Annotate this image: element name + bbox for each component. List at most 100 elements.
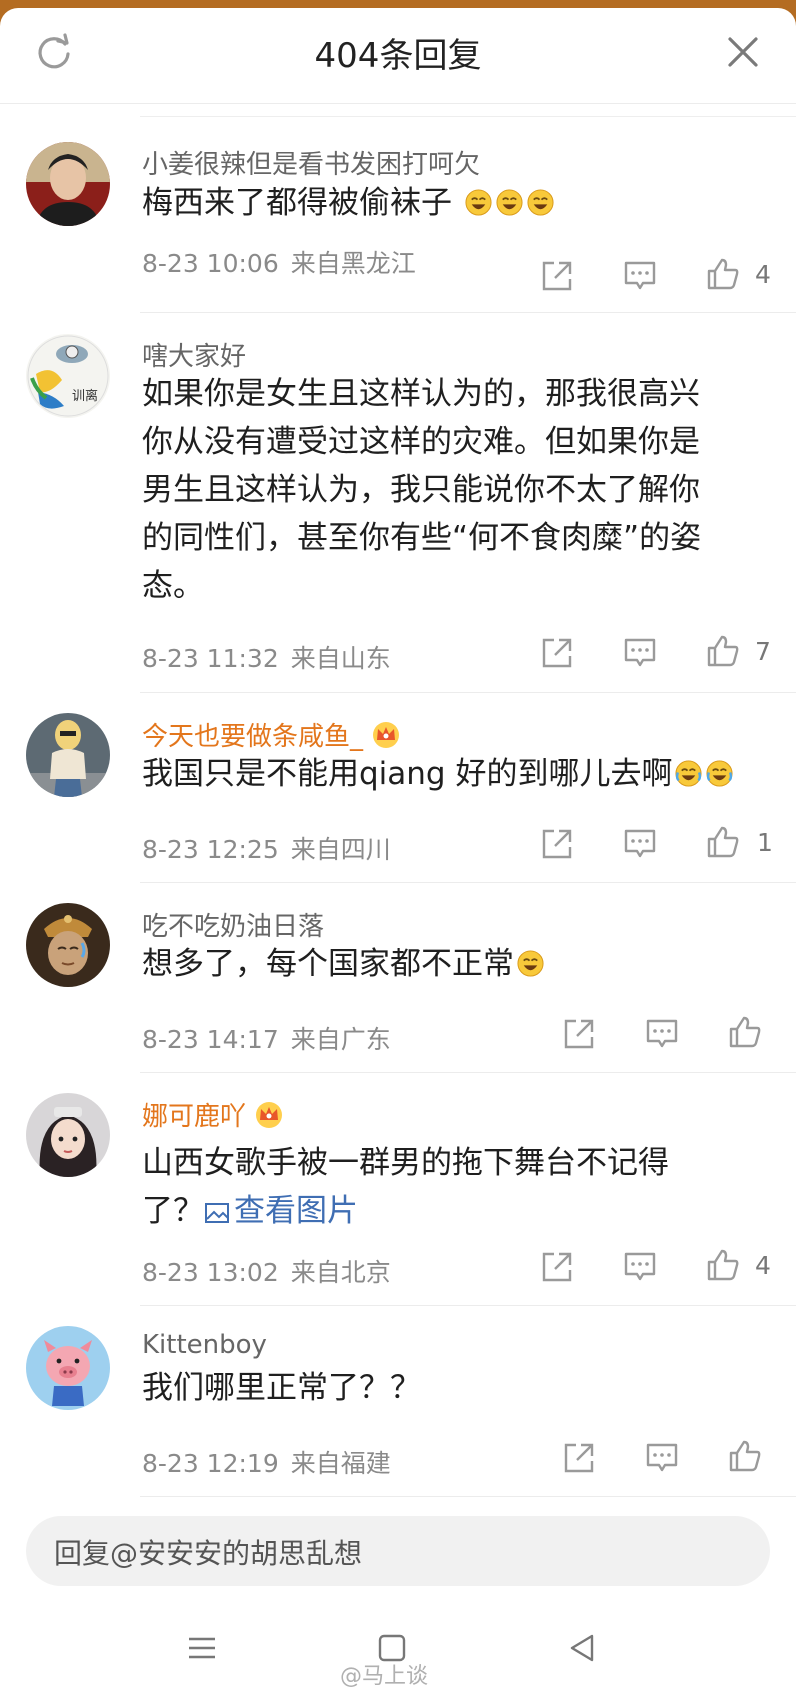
laugh-emoji-icon	[527, 189, 554, 216]
username-text: 今天也要做条咸鱼_	[142, 722, 364, 752]
share-icon[interactable]	[562, 1017, 596, 1051]
comment-icon[interactable]	[623, 1250, 657, 1284]
divider	[140, 1496, 796, 1497]
divider	[140, 1072, 796, 1073]
like-count: 4	[755, 260, 771, 289]
laugh-emoji-icon	[465, 189, 492, 216]
share-icon[interactable]	[540, 827, 574, 861]
comment-username[interactable]: Kittenboy	[142, 1330, 267, 1360]
emoji-group	[452, 185, 555, 221]
laugh-emoji-icon	[496, 189, 523, 216]
comment-text-line: 我国只是不能用qiang 好的到哪儿去啊	[142, 756, 673, 792]
comment-text-line: 梅西来了都得被偷袜子	[142, 185, 452, 221]
comment-username[interactable]: 嗐大家好	[142, 336, 246, 373]
comment-icon[interactable]	[623, 827, 657, 861]
like-icon[interactable]	[706, 634, 740, 668]
comment-location: 来自黑龙江	[290, 249, 416, 278]
like-count: 4	[755, 1251, 771, 1280]
comment-text-line: 我们哪里正常了？？	[142, 1370, 421, 1406]
share-icon[interactable]	[540, 636, 574, 670]
comment-location: 来自福建	[290, 1449, 391, 1478]
header: 404条回复	[0, 8, 796, 104]
menu-icon[interactable]	[185, 1631, 219, 1665]
divider	[140, 312, 796, 313]
comment-meta: 8-23 14:17 来自广东	[142, 1020, 391, 1056]
crown-icon	[256, 1102, 283, 1128]
comment-text: 梅西来了都得被偷袜子	[142, 179, 762, 227]
comment-meta: 8-23 11:32 来自山东	[142, 639, 391, 675]
avatar[interactable]	[26, 1326, 110, 1410]
username-text: 娜可鹿吖	[142, 1102, 247, 1132]
image-icon	[205, 1203, 229, 1223]
comment-text-line: 你从没有遭受过这样的灾难。但如果你是	[142, 424, 700, 460]
like-icon[interactable]	[706, 825, 740, 859]
comment-text: 山西女歌手被一群男的拖下舞台不记得 了？ 查看图片	[142, 1139, 762, 1235]
comment-icon[interactable]	[623, 636, 657, 670]
laugh-emoji-icon	[517, 950, 544, 977]
comment-meta: 8-23 13:02 来自北京	[142, 1253, 391, 1289]
like-count: 7	[755, 637, 771, 666]
comment-location: 来自四川	[290, 835, 391, 864]
divider	[140, 116, 796, 117]
avatar[interactable]	[26, 713, 110, 797]
cry-laugh-emoji-icon	[675, 760, 703, 787]
page-title: 404条回复	[314, 36, 482, 76]
comment-text-line: 的同性们，甚至你有些“何不食肉糜”的姿	[142, 520, 702, 556]
comment-text: 我们哪里正常了？？	[142, 1364, 762, 1412]
comment-text-line: 如果你是女生且这样认为的，那我很高兴	[142, 376, 700, 412]
comment-location: 来自广东	[290, 1025, 391, 1054]
like-icon[interactable]	[706, 1248, 740, 1282]
comment-username[interactable]: 吃不吃奶油日落	[142, 906, 324, 943]
comment-location: 来自山东	[290, 644, 391, 673]
comment-username[interactable]: 今天也要做条咸鱼_	[142, 716, 401, 753]
comment-icon[interactable]	[623, 259, 657, 293]
comment-text-line: 想多了，每个国家都不正常	[142, 946, 514, 982]
comment-text: 如果你是女生且这样认为的，那我很高兴 你从没有遭受过这样的灾难。但如果你是 男生…	[142, 370, 762, 610]
comment-time: 8-23 10:06	[142, 249, 279, 278]
comment-time: 8-23 12:25	[142, 835, 279, 864]
comment-meta: 8-23 12:19 来自福建	[142, 1444, 391, 1480]
comment-time: 8-23 13:02	[142, 1258, 279, 1287]
crown-icon	[373, 722, 400, 748]
close-icon[interactable]	[725, 34, 761, 70]
like-icon[interactable]	[728, 1015, 762, 1049]
reply-input[interactable]: 回复@安安安的胡思乱想	[26, 1516, 770, 1586]
cry-laugh-emoji-icon	[706, 760, 734, 787]
comment-text-line: 了？	[142, 1193, 204, 1229]
avatar[interactable]: 训离	[26, 334, 110, 418]
share-icon[interactable]	[562, 1441, 596, 1475]
comment-text-line: 男生且这样认为，我只能说你不太了解你	[142, 472, 700, 508]
watermark: @马上谈	[340, 1664, 429, 1689]
back-icon[interactable]	[566, 1631, 600, 1665]
like-count: 1	[757, 828, 773, 857]
avatar[interactable]	[26, 903, 110, 987]
divider	[140, 1305, 796, 1306]
comment-username[interactable]: 娜可鹿吖	[142, 1096, 284, 1133]
emoji-group	[672, 756, 734, 792]
comment-location: 来自北京	[290, 1258, 391, 1287]
comment-time: 8-23 14:17	[142, 1025, 279, 1054]
comment-sheet: 404条回复 小姜很辣但是看书发困打呵欠 梅西来了都得被偷袜子 8-23 10:…	[0, 8, 796, 1690]
comment-username[interactable]: 小姜很辣但是看书发困打呵欠	[142, 144, 480, 181]
comment-text: 我国只是不能用qiang 好的到哪儿去啊	[142, 750, 782, 798]
view-image-label: 查看图片	[234, 1193, 358, 1229]
comment-time: 8-23 11:32	[142, 644, 279, 673]
divider	[140, 882, 796, 883]
like-icon[interactable]	[728, 1439, 762, 1473]
avatar[interactable]	[26, 142, 110, 226]
comment-meta: 8-23 10:06 来自黑龙江	[142, 244, 416, 280]
share-icon[interactable]	[540, 259, 574, 293]
divider	[140, 692, 796, 693]
comment-time: 8-23 12:19	[142, 1449, 279, 1478]
comment-text-line: 山西女歌手被一群男的拖下舞台不记得	[142, 1145, 669, 1181]
comment-text-line: 态。	[142, 568, 204, 604]
svg-text:训离: 训离	[72, 388, 98, 404]
comment-text: 想多了，每个国家都不正常	[142, 940, 762, 988]
share-icon[interactable]	[540, 1250, 574, 1284]
avatar[interactable]	[26, 1093, 110, 1177]
comment-meta: 8-23 12:25 来自四川	[142, 830, 391, 866]
view-image-link[interactable]: 查看图片	[204, 1193, 358, 1229]
comment-icon[interactable]	[645, 1017, 679, 1051]
like-icon[interactable]	[706, 257, 740, 291]
comment-icon[interactable]	[645, 1441, 679, 1475]
